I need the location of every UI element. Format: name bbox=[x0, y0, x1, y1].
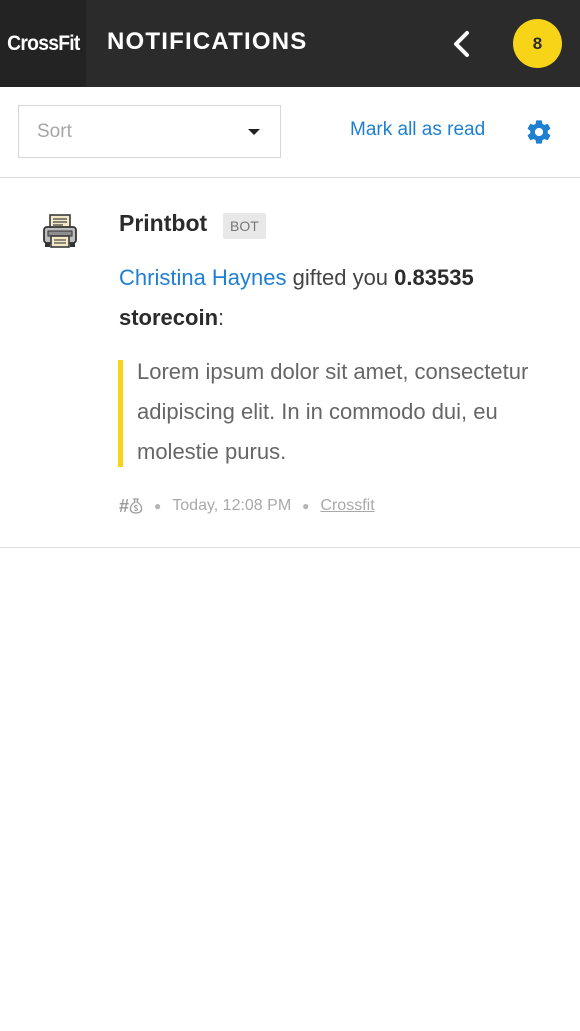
sender-name[interactable]: Printbot bbox=[119, 210, 207, 237]
app-header: CrossFit NOTIFICATIONS 8 bbox=[0, 0, 580, 87]
action-text: gifted you bbox=[292, 265, 389, 290]
notification-timestamp: Today, 12:08 PM bbox=[172, 497, 292, 514]
page-title: NOTIFICATIONS bbox=[107, 28, 308, 55]
printer-avatar-icon bbox=[43, 214, 77, 248]
notification-count-badge[interactable]: 8 bbox=[513, 19, 562, 68]
brand-logo[interactable]: CrossFit bbox=[0, 0, 86, 87]
message-suffix: : bbox=[218, 305, 225, 330]
notification-item[interactable]: Printbot BOT Christina Haynes gifted you… bbox=[0, 178, 580, 548]
bot-badge: BOT bbox=[223, 213, 266, 239]
caret-down-icon bbox=[248, 129, 260, 135]
community-link[interactable]: Crossfit bbox=[320, 497, 374, 515]
quote-text: Lorem ipsum dolor sit amet, consectetur … bbox=[137, 359, 529, 464]
back-button[interactable] bbox=[444, 26, 480, 62]
separator-dot: ● bbox=[154, 499, 162, 513]
brand-name: CrossFit bbox=[6, 31, 80, 55]
notifications-toolbar: Sort Mark all as read bbox=[0, 87, 580, 178]
gifter-link[interactable]: Christina Haynes bbox=[119, 265, 287, 290]
chevron-left-icon bbox=[454, 31, 469, 57]
sort-dropdown[interactable]: Sort bbox=[18, 105, 281, 158]
notification-meta: # ● Today, 12:08 PM ● Crossfit bbox=[119, 495, 375, 517]
hash-money-icon: # bbox=[119, 496, 143, 517]
money-bag-icon bbox=[129, 498, 143, 514]
separator-dot: ● bbox=[302, 499, 310, 513]
hash-symbol: # bbox=[119, 495, 130, 516]
notification-message: Christina Haynes gifted you 0.83535 stor… bbox=[119, 258, 549, 338]
mark-all-read-link[interactable]: Mark all as read bbox=[350, 119, 485, 141]
badge-count: 8 bbox=[532, 33, 543, 53]
sort-placeholder: Sort bbox=[37, 121, 72, 142]
quoted-message: Lorem ipsum dolor sit amet, consectetur … bbox=[118, 359, 548, 467]
gear-icon[interactable] bbox=[525, 118, 553, 146]
